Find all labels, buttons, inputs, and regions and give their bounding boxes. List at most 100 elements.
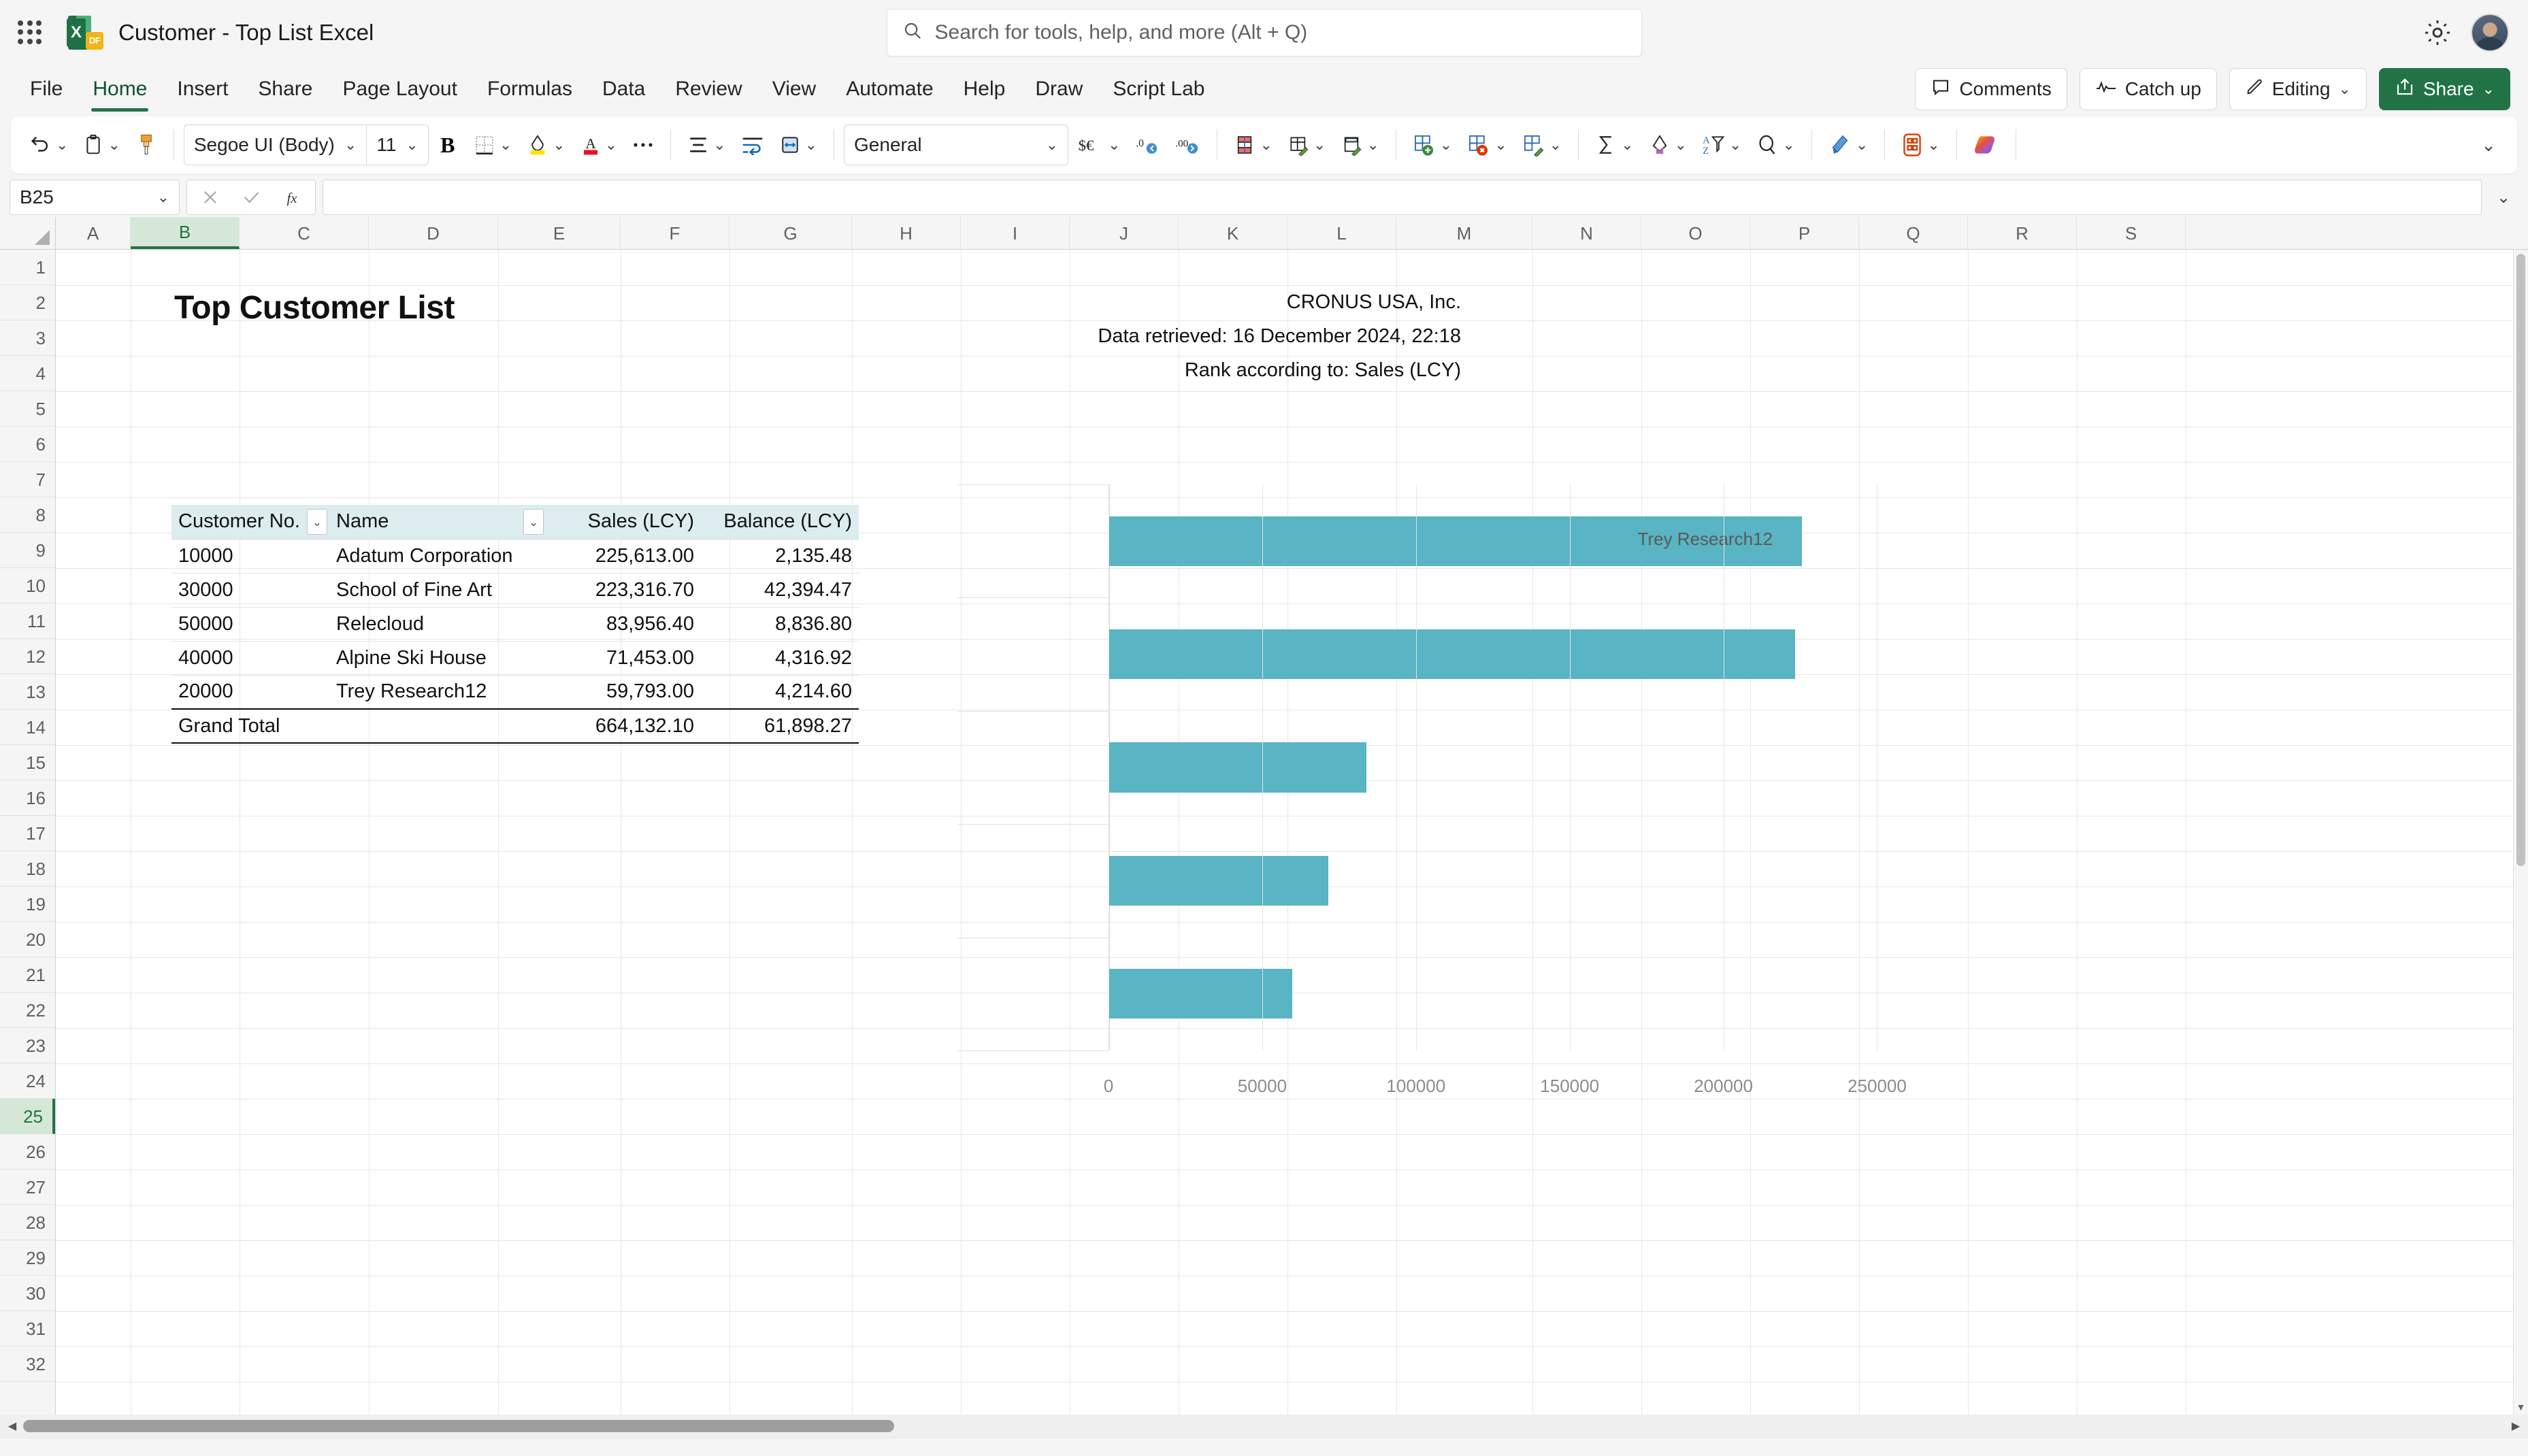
column-header-b[interactable]: B bbox=[131, 217, 240, 249]
tab-file[interactable]: File bbox=[15, 73, 78, 105]
tab-script-lab[interactable]: Script Lab bbox=[1098, 73, 1219, 105]
delete-cells-button[interactable]: ⌄ bbox=[1460, 124, 1513, 166]
clear-button[interactable]: ⌄ bbox=[1642, 124, 1694, 166]
comments-button[interactable]: Comments bbox=[1915, 68, 2067, 110]
row-header-15[interactable]: 15 bbox=[0, 745, 55, 780]
column-header-p[interactable]: P bbox=[1750, 217, 1859, 249]
row-header-4[interactable]: 4 bbox=[0, 356, 55, 391]
column-header-customer-no[interactable]: Customer No. ⌄ bbox=[171, 505, 329, 540]
column-header-c[interactable]: C bbox=[240, 217, 369, 249]
paste-button[interactable]: ⌄ bbox=[76, 124, 127, 166]
row-header-23[interactable]: 23 bbox=[0, 1028, 55, 1063]
column-header-balance[interactable]: Balance (LCY) bbox=[701, 505, 859, 540]
search-input[interactable] bbox=[934, 20, 1626, 44]
table-row[interactable]: 30000 School of Fine Art 223,316.70 42,394.… bbox=[171, 573, 859, 608]
column-header-f[interactable]: F bbox=[621, 217, 729, 249]
row-header-3[interactable]: 3 bbox=[0, 320, 55, 356]
row-header-19[interactable]: 19 bbox=[0, 887, 55, 922]
row-header-5[interactable]: 5 bbox=[0, 391, 55, 427]
horizontal-scrollbar[interactable]: ◀ ▶ bbox=[0, 1414, 2528, 1438]
font-size-select[interactable]: 11 ⌄ bbox=[367, 125, 428, 165]
tab-help[interactable]: Help bbox=[949, 73, 1021, 105]
ribbon-collapse-button[interactable]: ⌄ bbox=[2471, 124, 2506, 166]
sales-bar-chart[interactable]: 0 50000 100000 150000 200000 250000 Trey Rese… bbox=[957, 484, 1931, 1097]
row-header-20[interactable]: 20 bbox=[0, 922, 55, 957]
tab-home[interactable]: Home bbox=[78, 73, 162, 112]
sort-filter-button[interactable]: A Z ⌄ bbox=[1695, 124, 1748, 166]
table-row[interactable]: 50000 Relecloud 83,956.40 8,836.80 bbox=[171, 607, 859, 642]
row-header-16[interactable]: 16 bbox=[0, 780, 55, 816]
catch-up-button[interactable]: Catch up bbox=[2079, 68, 2217, 110]
formula-expand-icon[interactable]: ⌄ bbox=[2489, 188, 2518, 208]
number-format-select[interactable]: General ⌄ bbox=[844, 125, 1069, 165]
alignment-button[interactable]: ⌄ bbox=[680, 124, 732, 166]
tab-automate[interactable]: Automate bbox=[831, 73, 948, 105]
column-header-o[interactable]: O bbox=[1641, 217, 1750, 249]
column-header-j[interactable]: J bbox=[1070, 217, 1179, 249]
borders-button[interactable]: ⌄ bbox=[467, 124, 519, 166]
column-header-a[interactable]: A bbox=[56, 217, 131, 249]
row-header-26[interactable]: 26 bbox=[0, 1134, 55, 1170]
row-header-21[interactable]: 21 bbox=[0, 957, 55, 993]
accounting-format-button[interactable]: $€ ⌄ bbox=[1070, 124, 1127, 166]
row-header-9[interactable]: 9 bbox=[0, 533, 55, 568]
tab-data[interactable]: Data bbox=[587, 73, 660, 105]
row-header-27[interactable]: 27 bbox=[0, 1170, 55, 1205]
row-header-10[interactable]: 10 bbox=[0, 568, 55, 603]
row-header-14[interactable]: 14 bbox=[0, 710, 55, 745]
sheet-tab-top-customer-data[interactable]: TopCustomerData bbox=[312, 1441, 501, 1456]
row-header-8[interactable]: 8 bbox=[0, 497, 55, 533]
bold-button[interactable]: B bbox=[430, 124, 465, 166]
tab-draw[interactable]: Draw bbox=[1020, 73, 1098, 105]
column-header-e[interactable]: E bbox=[498, 217, 621, 249]
font-color-button[interactable]: A ⌄ bbox=[574, 124, 624, 166]
insert-function-icon[interactable]: fx bbox=[273, 182, 311, 213]
column-header-g[interactable]: G bbox=[729, 217, 852, 249]
format-as-table-button[interactable]: ⌄ bbox=[1281, 124, 1332, 166]
search-box[interactable] bbox=[886, 8, 1642, 56]
formula-input[interactable] bbox=[323, 180, 2482, 215]
addins-button[interactable]: ⌄ bbox=[1894, 124, 1946, 166]
row-header-7[interactable]: 7 bbox=[0, 462, 55, 497]
font-name-select[interactable]: Segoe UI (Body) ⌄ bbox=[184, 125, 366, 165]
row-header-24[interactable]: 24 bbox=[0, 1063, 55, 1099]
add-sheet-button[interactable]: + bbox=[503, 1446, 541, 1456]
editing-button[interactable]: Editing ⌄ bbox=[2229, 68, 2367, 110]
tab-page-layout[interactable]: Page Layout bbox=[327, 73, 472, 105]
horizontal-scroll-thumb[interactable] bbox=[23, 1420, 894, 1432]
row-header-29[interactable]: 29 bbox=[0, 1240, 55, 1276]
column-header-i[interactable]: I bbox=[961, 217, 1070, 249]
row-header-11[interactable]: 11 bbox=[0, 603, 55, 639]
table-row[interactable]: 10000 Adatum Corporation 225,613.00 2,135.4… bbox=[171, 539, 859, 574]
row-header-30[interactable]: 30 bbox=[0, 1276, 55, 1311]
document-title[interactable]: Customer - Top List Excel bbox=[118, 20, 374, 46]
column-header-l[interactable]: L bbox=[1287, 217, 1396, 249]
scroll-down-arrow[interactable]: ▼ bbox=[2514, 1400, 2528, 1414]
chevron-left-icon[interactable]: ❮ bbox=[10, 1448, 44, 1456]
conditional-formatting-button[interactable]: ⌄ bbox=[1227, 124, 1279, 166]
gear-icon[interactable] bbox=[2422, 17, 2453, 48]
chevron-right-icon[interactable]: ❯ bbox=[46, 1448, 80, 1456]
format-painter-button[interactable] bbox=[129, 124, 164, 166]
enter-icon[interactable] bbox=[232, 182, 270, 213]
column-header-q[interactable]: Q bbox=[1859, 217, 1968, 249]
format-cells-button[interactable]: ⌄ bbox=[1515, 124, 1569, 166]
column-header-k[interactable]: K bbox=[1179, 217, 1287, 249]
sheet-canvas[interactable]: Top Customer List CRONUS USA, Inc. Data … bbox=[56, 250, 2528, 1414]
copilot-button[interactable] bbox=[1967, 124, 2006, 166]
column-header-name[interactable]: Name ⌄ bbox=[329, 505, 546, 540]
row-header-6[interactable]: 6 bbox=[0, 427, 55, 462]
tab-review[interactable]: Review bbox=[660, 73, 757, 105]
column-header-m[interactable]: M bbox=[1396, 217, 1532, 249]
avatar[interactable] bbox=[2471, 13, 2509, 52]
fill-color-button[interactable]: ⌄ bbox=[520, 124, 572, 166]
chart-bar[interactable] bbox=[1109, 742, 1367, 793]
insert-cells-button[interactable]: ⌄ bbox=[1406, 124, 1459, 166]
row-header-22[interactable]: 22 bbox=[0, 993, 55, 1028]
name-box[interactable]: B25 ⌄ bbox=[10, 180, 180, 215]
column-header-s[interactable]: S bbox=[2077, 217, 2186, 249]
row-header-17[interactable]: 17 bbox=[0, 816, 55, 851]
cell-styles-button[interactable]: ⌄ bbox=[1334, 124, 1385, 166]
chart-bar[interactable] bbox=[1109, 855, 1328, 906]
undo-button[interactable]: ⌄ bbox=[22, 124, 75, 166]
